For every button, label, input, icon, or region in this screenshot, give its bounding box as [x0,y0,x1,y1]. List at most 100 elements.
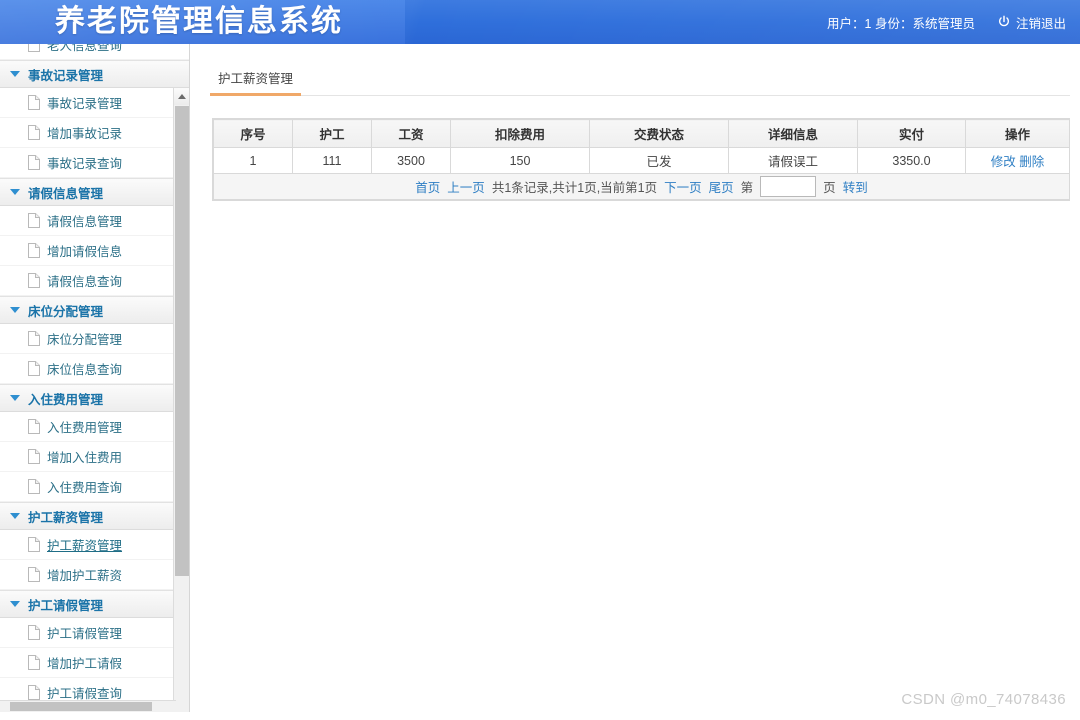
tab-strip: 护工薪资管理 [210,66,1070,96]
sidebar-item-label: 增加护工薪资 [47,569,123,583]
column-header: 详细信息 [728,119,858,148]
goto-button[interactable]: 转到 [843,177,868,196]
tab-nurse-salary[interactable]: 护工薪资管理 [210,66,302,96]
sidebar-item-label: 老人信息查询 [47,44,123,53]
logout-button[interactable]: 注销退出 [997,13,1066,32]
last-page-link[interactable]: 尾页 [709,177,734,196]
column-header: 操作 [965,119,1070,148]
sidebar-group-label: 请假信息管理 [28,186,104,201]
sidebar-item-label: 入住费用查询 [47,481,123,495]
document-icon [28,331,40,346]
sidebar-group-label: 事故记录管理 [28,68,104,83]
sidebar-item-label: 床位分配管理 [47,333,123,347]
column-header: 工资 [371,119,451,148]
scroll-up-button[interactable] [174,88,189,105]
sidebar-item-label: 增加护工请假 [47,657,123,671]
prev-page-link[interactable]: 上一页 [447,177,485,196]
sidebar-item-1-1[interactable]: 事故记录管理 [0,88,189,118]
table-row: 1 111 3500 150 已发 请假误工 3350.0 修改 删除 [213,147,1070,174]
sidebar-group-4[interactable]: 入住费用管理 [0,384,189,412]
sidebar-item-2-2[interactable]: 增加请假信息 [0,236,189,266]
sidebar-item-3-2[interactable]: 床位信息查询 [0,354,189,384]
sidebar-group-5[interactable]: 护工薪资管理 [0,502,189,530]
table-cell: 已发 [589,147,729,174]
sidebar-item-1-3[interactable]: 事故记录查询 [0,148,189,178]
pagination-summary: 共1条记录,共计1页,当前第1页 [491,181,658,195]
document-icon [28,155,40,170]
sidebar-item-2-3[interactable]: 请假信息查询 [0,266,189,296]
table-cell: 1 [213,147,293,174]
document-icon [28,361,40,376]
watermark: CSDN @m0_74078436 [901,691,1066,708]
horizontal-scrollbar-thumb[interactable] [10,702,152,711]
salary-table: 序号 护工 工资 扣除费用 交费状态 详细信息 实付 操作 1 111 3500 150 已发 请假误工… [213,119,1070,200]
sidebar-item-3-1[interactable]: 床位分配管理 [0,324,189,354]
sidebar-group-2[interactable]: 请假信息管理 [0,178,189,206]
column-header: 交费状态 [589,119,729,148]
column-header: 护工 [292,119,372,148]
document-icon [28,419,40,434]
sidebar-item-6-2[interactable]: 增加护工请假 [0,648,189,678]
sidebar-group-label: 护工请假管理 [28,598,104,613]
table-cell: 3350.0 [857,147,966,174]
pagination-cell: 首页 上一页 共1条记录,共计1页,当前第1页 下一页 尾页 第 页 转到 [213,173,1070,200]
delete-link[interactable]: 删除 [1019,155,1044,169]
table-cell: 3500 [371,147,451,174]
sidebar-item-label: 请假信息管理 [47,215,123,229]
caret-down-icon [10,189,20,195]
sidebar-item-partial[interactable]: 老人信息查询 [0,44,189,60]
column-header: 序号 [213,119,293,148]
caret-down-icon [10,307,20,313]
document-icon [28,449,40,464]
table-body: 1 111 3500 150 已发 请假误工 3350.0 修改 删除 [213,147,1070,174]
salary-table-container: 序号 护工 工资 扣除费用 交费状态 详细信息 实付 操作 1 111 3500 150 已发 请假误工… [212,118,1070,201]
app-header: 养老院管理信息系统 用户：1 身份：系统管理员 注销退出 [0,0,1080,44]
sidebar-item-5-1[interactable]: 护工薪资管理 [0,530,189,560]
first-page-link[interactable]: 首页 [415,177,440,196]
caret-down-icon [10,395,20,401]
sidebar-item-label: 增加入住费用 [47,451,123,465]
document-icon [28,95,40,110]
sidebar-group-label: 入住费用管理 [28,392,104,407]
actions-cell: 修改 删除 [965,147,1070,174]
main-content: 护工薪资管理 序号 护工 工资 扣除费用 交费状态 详细信息 实付 操作 1 111 3500 15… [191,44,1080,720]
sidebar-horizontal-scrollbar[interactable] [0,700,176,712]
sidebar-item-4-3[interactable]: 入住费用查询 [0,472,189,502]
edit-link[interactable]: 修改 [991,155,1016,169]
table-cell: 请假误工 [728,147,858,174]
sidebar-vertical-scrollbar[interactable] [173,88,189,712]
sidebar-group-6[interactable]: 护工请假管理 [0,590,189,618]
sidebar-group-3[interactable]: 床位分配管理 [0,296,189,324]
caret-down-icon [10,513,20,519]
sidebar-item-label: 护工薪资管理 [47,539,123,553]
document-icon [28,44,40,52]
document-icon [28,273,40,288]
sidebar-item-label: 请假信息查询 [47,275,123,289]
goto-page-input[interactable] [760,176,817,197]
sidebar-group-1[interactable]: 事故记录管理 [0,60,189,88]
next-page-link[interactable]: 下一页 [664,177,702,196]
sidebar-item-4-1[interactable]: 入住费用管理 [0,412,189,442]
chevron-up-icon [178,94,186,99]
sidebar-item-label: 入住费用管理 [47,421,123,435]
pagination-controls: 首页 上一页 共1条记录,共计1页,当前第1页 下一页 尾页 第 页 转到 [215,176,1068,197]
caret-down-icon [10,601,20,607]
sidebar-item-label: 增加请假信息 [47,245,123,259]
header-right-area: 用户：1 身份：系统管理员 注销退出 [827,0,1066,44]
table-cell: 111 [292,147,372,174]
power-icon [997,15,1011,29]
sidebar-item-1-2[interactable]: 增加事故记录 [0,118,189,148]
sidebar-item-6-1[interactable]: 护工请假管理 [0,618,189,648]
sidebar-item-label: 事故记录查询 [47,157,123,171]
sidebar-item-5-2[interactable]: 增加护工薪资 [0,560,189,590]
sidebar-item-4-2[interactable]: 增加入住费用 [0,442,189,472]
column-header: 扣除费用 [450,119,590,148]
document-icon [28,125,40,140]
sidebar-group-label: 护工薪资管理 [28,510,104,525]
scrollbar-thumb[interactable] [175,106,189,576]
caret-down-icon [10,71,20,77]
user-info: 用户：1 身份：系统管理员 [827,16,975,31]
table-cell: 150 [450,147,590,174]
sidebar-item-label: 护工请假管理 [47,627,123,641]
sidebar-item-2-1[interactable]: 请假信息管理 [0,206,189,236]
